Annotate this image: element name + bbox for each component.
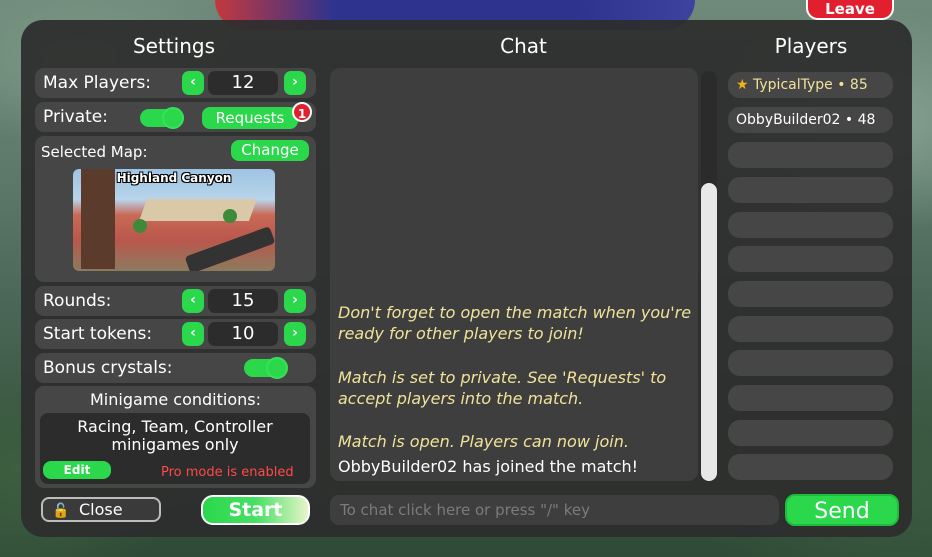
rounds-decrease-button[interactable]: ‹ — [182, 289, 204, 313]
bonus-crystals-toggle[interactable] — [244, 357, 288, 379]
player-item-host[interactable]: ★ TypicalType • 85 — [728, 72, 893, 98]
close-button[interactable]: 🔓 Close — [41, 497, 161, 522]
chat-message: ObbyBuilder02 has joined the match! — [338, 457, 639, 476]
system-message: Match is open. Players can now join. — [338, 432, 629, 451]
send-button[interactable]: Send — [785, 494, 899, 526]
empty-player-slot — [728, 420, 893, 446]
map-tree-graphic — [133, 219, 147, 233]
empty-player-slot — [728, 454, 893, 480]
empty-player-slot — [728, 281, 893, 307]
rounds-value: 15 — [208, 289, 278, 313]
empty-player-slot — [728, 316, 893, 342]
empty-player-slot — [728, 177, 893, 203]
toggle-knob — [162, 107, 184, 129]
unlock-icon: 🔓 — [52, 503, 70, 519]
player-name: TypicalType • 85 — [753, 77, 868, 93]
star-icon: ★ — [736, 77, 749, 93]
edit-minigame-button[interactable]: Edit — [43, 461, 111, 479]
private-label: Private: — [43, 107, 108, 127]
leave-button[interactable]: Leave — [806, 0, 894, 20]
minigame-conditions-text: Racing, Team, Controller minigames only — [77, 417, 273, 454]
requests-button[interactable]: Requests — [202, 107, 298, 129]
start-button[interactable]: Start — [201, 495, 310, 525]
rounds-label: Rounds: — [43, 291, 112, 311]
empty-player-slot — [728, 385, 893, 411]
settings-header: Settings — [132, 34, 216, 58]
map-thumbnail[interactable]: Highland Canyon — [73, 169, 275, 271]
minigame-conditions-title: Minigame conditions: — [89, 390, 261, 409]
max-players-increase-button[interactable]: › — [284, 71, 306, 95]
close-button-label: Close — [79, 500, 123, 519]
empty-player-slot — [728, 246, 893, 272]
map-weapon-graphic — [184, 226, 275, 271]
toggle-knob — [266, 357, 288, 379]
pro-mode-status: Pro mode is enabled — [161, 465, 294, 480]
rounds-increase-button[interactable]: › — [284, 289, 306, 313]
selected-map-label: Selected Map: — [41, 143, 148, 161]
map-platform-graphic — [138, 199, 258, 221]
chat-scroll-thumb[interactable] — [701, 183, 717, 481]
requests-count-badge: 1 — [292, 102, 312, 122]
max-players-value: 12 — [208, 71, 278, 95]
system-message: Don't forget to open the match when you'… — [338, 303, 692, 343]
player-item[interactable]: ObbyBuilder02 • 48 — [728, 107, 893, 133]
bonus-crystals-label: Bonus crystals: — [43, 358, 173, 378]
chat-messages-area — [330, 68, 698, 481]
start-tokens-increase-button[interactable]: › — [284, 322, 306, 346]
players-header: Players — [774, 34, 848, 58]
empty-player-slot — [728, 142, 893, 168]
start-tokens-value: 10 — [208, 322, 278, 346]
change-map-button[interactable]: Change — [231, 140, 309, 161]
max-players-label: Max Players: — [43, 73, 152, 93]
start-tokens-decrease-button[interactable]: ‹ — [182, 322, 204, 346]
map-tree-graphic — [223, 209, 237, 223]
map-name: Highland Canyon — [116, 171, 232, 185]
start-tokens-label: Start tokens: — [43, 324, 153, 344]
private-toggle[interactable] — [140, 107, 184, 129]
player-name: ObbyBuilder02 • 48 — [736, 112, 876, 128]
max-players-decrease-button[interactable]: ‹ — [182, 71, 204, 95]
empty-player-slot — [728, 212, 893, 238]
system-message: Match is set to private. See 'Requests' … — [338, 368, 667, 408]
empty-player-slot — [728, 350, 893, 376]
chat-header: Chat — [500, 34, 547, 58]
chat-input[interactable]: To chat click here or press "/" key — [330, 495, 779, 525]
